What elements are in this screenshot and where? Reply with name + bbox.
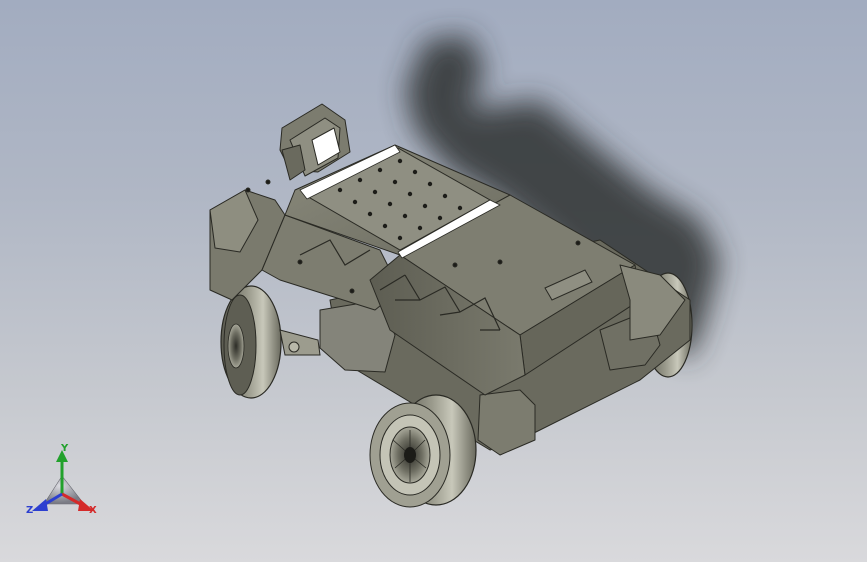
x-axis-label: X — [89, 505, 97, 516]
y-axis-label: Y — [61, 443, 69, 454]
rear-left-wheel[interactable] — [220, 285, 282, 399]
rear-suspension-link[interactable] — [279, 329, 321, 356]
z-axis-label: Z — [26, 505, 34, 516]
model-canvas[interactable] — [0, 0, 867, 562]
sensor-mount[interactable] — [279, 103, 351, 181]
graphics-viewport[interactable]: Y X Z — [0, 0, 867, 562]
coordinate-triad: Y X Z — [22, 443, 106, 526]
front-right-wheel[interactable] — [369, 394, 477, 508]
